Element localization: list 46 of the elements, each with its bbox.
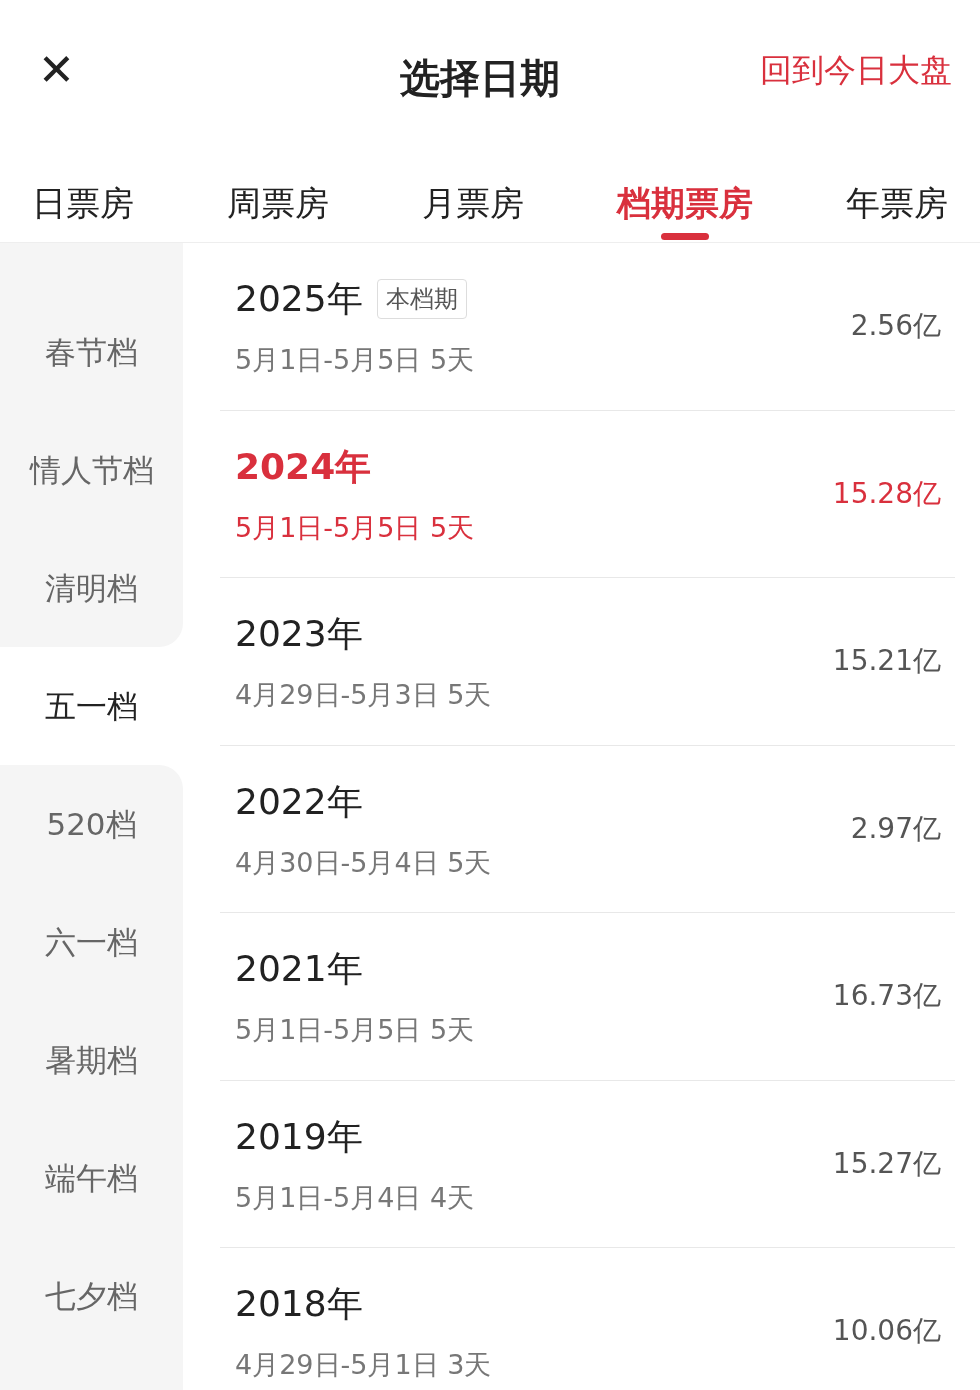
tab[interactable]: 年票房 [846,140,948,242]
sidebar-item[interactable]: 端午档 [0,1119,183,1237]
sidebar-item[interactable]: 520档 [0,765,183,883]
year-label: 2018年 [235,1282,363,1326]
year-label: 2025年 [235,277,363,321]
period-row[interactable]: 2021年 5月1日-5月5日 5天 16.73亿 [220,913,955,1081]
date-range: 4月30日-5月4日 5天 [235,845,492,880]
tab[interactable]: 周票房 [227,140,329,242]
year-label: 2024年 [235,444,372,489]
date-range: 5月1日-5月5日 5天 [235,1013,475,1047]
date-range: 4月29日-5月3日 5天 [235,678,492,712]
box-office-amount: 15.27亿 [832,1145,941,1182]
period-row[interactable]: 2022年 4月30日-5月4日 5天 2.97亿 [220,745,955,913]
sidebar-item[interactable]: 暑期档 [0,1001,183,1119]
box-office-amount: 15.21亿 [832,643,941,680]
sidebar-item[interactable]: 春节档 [0,293,183,411]
page-title: 选择日期 [400,54,560,103]
year-label: 2023年 [235,612,363,656]
year-label: 2021年 [235,947,363,991]
period-row[interactable]: 2025年 本档期 5月1日-5月5日 5天 2.56亿 [220,243,955,411]
tab[interactable]: 档期票房 [617,140,753,242]
date-range: 5月1日-5月4日 4天 [235,1180,475,1215]
sidebar-item[interactable]: 六一档 [0,883,183,1001]
box-office-amount: 2.56亿 [850,308,941,345]
box-office-amount: 16.73亿 [832,978,941,1015]
close-button[interactable]: ✕ [38,48,75,92]
sidebar-item[interactable]: 情人节档 [0,411,183,529]
date-range: 5月1日-5月5日 5天 [235,510,475,545]
date-range: 5月1日-5月5日 5天 [235,343,475,377]
box-office-amount: 2.97亿 [850,810,941,847]
tab[interactable]: 月票房 [422,140,524,242]
sidebar-item[interactable]: 清明档 [0,529,183,647]
year-label: 2019年 [235,1114,363,1159]
year-label: 2022年 [235,779,363,824]
period-row[interactable]: 2023年 4月29日-5月3日 5天 15.21亿 [220,578,955,746]
back-to-today-link[interactable]: 回到今日大盘 [760,46,952,94]
tab[interactable]: 日票房 [32,140,134,242]
date-range: 4月29日-5月1日 3天 [235,1348,492,1382]
current-period-badge: 本档期 [376,279,467,319]
period-row[interactable]: 2019年 5月1日-5月4日 4天 15.27亿 [220,1080,955,1248]
sidebar-item[interactable]: 七夕档 [0,1237,183,1355]
box-office-amount: 15.28亿 [832,475,941,512]
tab-indicator [661,233,709,240]
period-row[interactable]: 2018年 4月29日-5月1日 3天 10.06亿 [220,1248,955,1390]
box-office-amount: 10.06亿 [832,1313,941,1350]
period-row[interactable]: 2024年 5月1日-5月5日 5天 15.28亿 [220,410,955,578]
